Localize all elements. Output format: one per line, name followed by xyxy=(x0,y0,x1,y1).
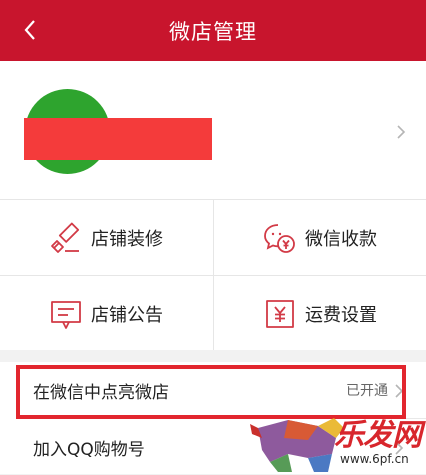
grid-item-shipping-settings[interactable]: 运费设置 xyxy=(214,276,426,351)
shop-tools-grid: 店铺装修 微信收款 店铺公告 运费设置 xyxy=(0,199,426,350)
grid-item-label: 微信收款 xyxy=(305,228,377,250)
watermark-text: 乐发网 xyxy=(334,418,422,453)
page-title: 微店管理 xyxy=(169,19,257,44)
chevron-right-icon xyxy=(397,125,406,139)
header-bar: 微店管理 xyxy=(0,0,426,61)
announcement-icon xyxy=(49,297,83,331)
redacted-shop-name xyxy=(24,118,212,160)
wechat-pay-icon xyxy=(263,221,297,255)
watermark-url: www.6pf.cn xyxy=(340,452,409,466)
grid-item-label: 店铺公告 xyxy=(91,304,163,326)
shop-profile-card[interactable] xyxy=(0,61,426,199)
grid-item-label: 运费设置 xyxy=(305,304,377,326)
grid-item-wechat-pay[interactable]: 微信收款 xyxy=(214,200,426,275)
shipping-fee-icon xyxy=(263,297,297,331)
list-item-label: 加入QQ购物号 xyxy=(33,439,145,460)
decorate-icon xyxy=(49,221,83,255)
grid-item-shop-decorate[interactable]: 店铺装修 xyxy=(0,200,212,275)
grid-item-shop-announcement[interactable]: 店铺公告 xyxy=(0,276,212,351)
grid-item-label: 店铺装修 xyxy=(91,228,163,250)
